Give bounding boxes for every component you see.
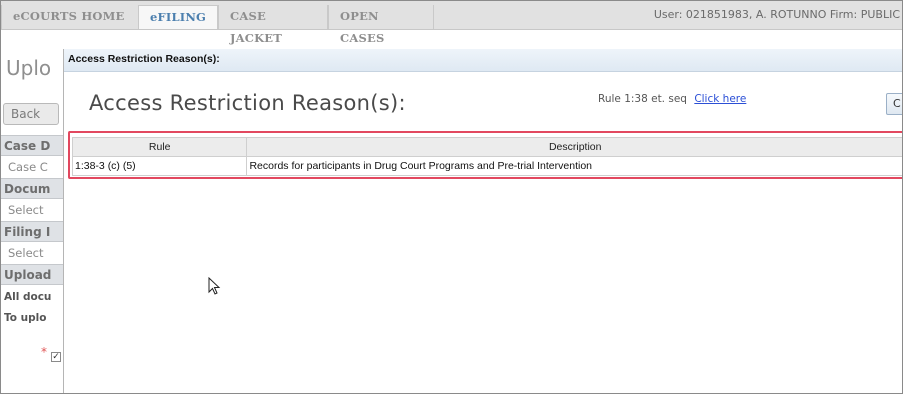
required-star: *: [41, 345, 47, 359]
access-restriction-dialog: Access Restriction Reason(s): Access Res…: [63, 49, 902, 393]
close-button[interactable]: C: [886, 93, 902, 115]
dialog-titlebar-text: Access Restriction Reason(s):: [68, 53, 220, 65]
background-page: Uplo Back Case D Case C Docum Select Fil…: [1, 30, 63, 393]
rule-cell: 1:38-3 (c) (5): [71, 156, 248, 176]
upload-checkbox[interactable]: ✓: [51, 352, 61, 362]
tab-case-jacket[interactable]: CASE JACKET: [218, 5, 328, 45]
section-header-upload: Upload: [1, 264, 63, 285]
dialog-titlebar[interactable]: Access Restriction Reason(s):: [64, 49, 902, 72]
user-info: User: 021851983, A. ROTUNNO Firm: PUBLIC: [653, 8, 900, 21]
rule-reference: Rule 1:38 et. seq Click here: [598, 93, 746, 105]
upload-note-1: All docu: [4, 291, 52, 303]
column-header-description: Description: [246, 137, 902, 157]
table-row[interactable]: 1:38-3 (c) (5) Records for participants …: [71, 156, 902, 176]
document-select[interactable]: Select: [1, 200, 63, 221]
upload-note-2: To uplo: [4, 312, 47, 324]
tab-ecourts-home[interactable]: eCOURTS HOME: [1, 5, 139, 29]
tab-open-cases[interactable]: OPEN CASES: [328, 5, 434, 45]
back-button[interactable]: Back: [3, 103, 59, 125]
section-header-document: Docum: [1, 178, 63, 199]
table-header-row: Rule Description: [71, 137, 902, 157]
rule-reference-text: Rule 1:38 et. seq: [598, 93, 687, 105]
page-title: Uplo: [6, 56, 52, 80]
filing-select[interactable]: Select: [1, 243, 63, 264]
case-field[interactable]: Case C: [1, 157, 63, 178]
column-header-rule: Rule: [71, 137, 248, 157]
section-header-case: Case D: [1, 135, 63, 156]
rule-link[interactable]: Click here: [694, 93, 746, 105]
dialog-heading: Access Restriction Reason(s):: [89, 91, 406, 115]
screen: eCOURTS HOME eFILING CASE JACKET OPEN CA…: [0, 0, 903, 394]
top-navigation: eCOURTS HOME eFILING CASE JACKET OPEN CA…: [1, 1, 902, 45]
section-header-filing: Filing I: [1, 221, 63, 242]
mouse-cursor-icon: [208, 277, 221, 295]
description-cell: Records for participants in Drug Court P…: [246, 156, 902, 176]
restriction-table: Rule Description 1:38-3 (c) (5) Records …: [71, 137, 902, 176]
tab-efiling[interactable]: eFILING: [138, 5, 218, 29]
